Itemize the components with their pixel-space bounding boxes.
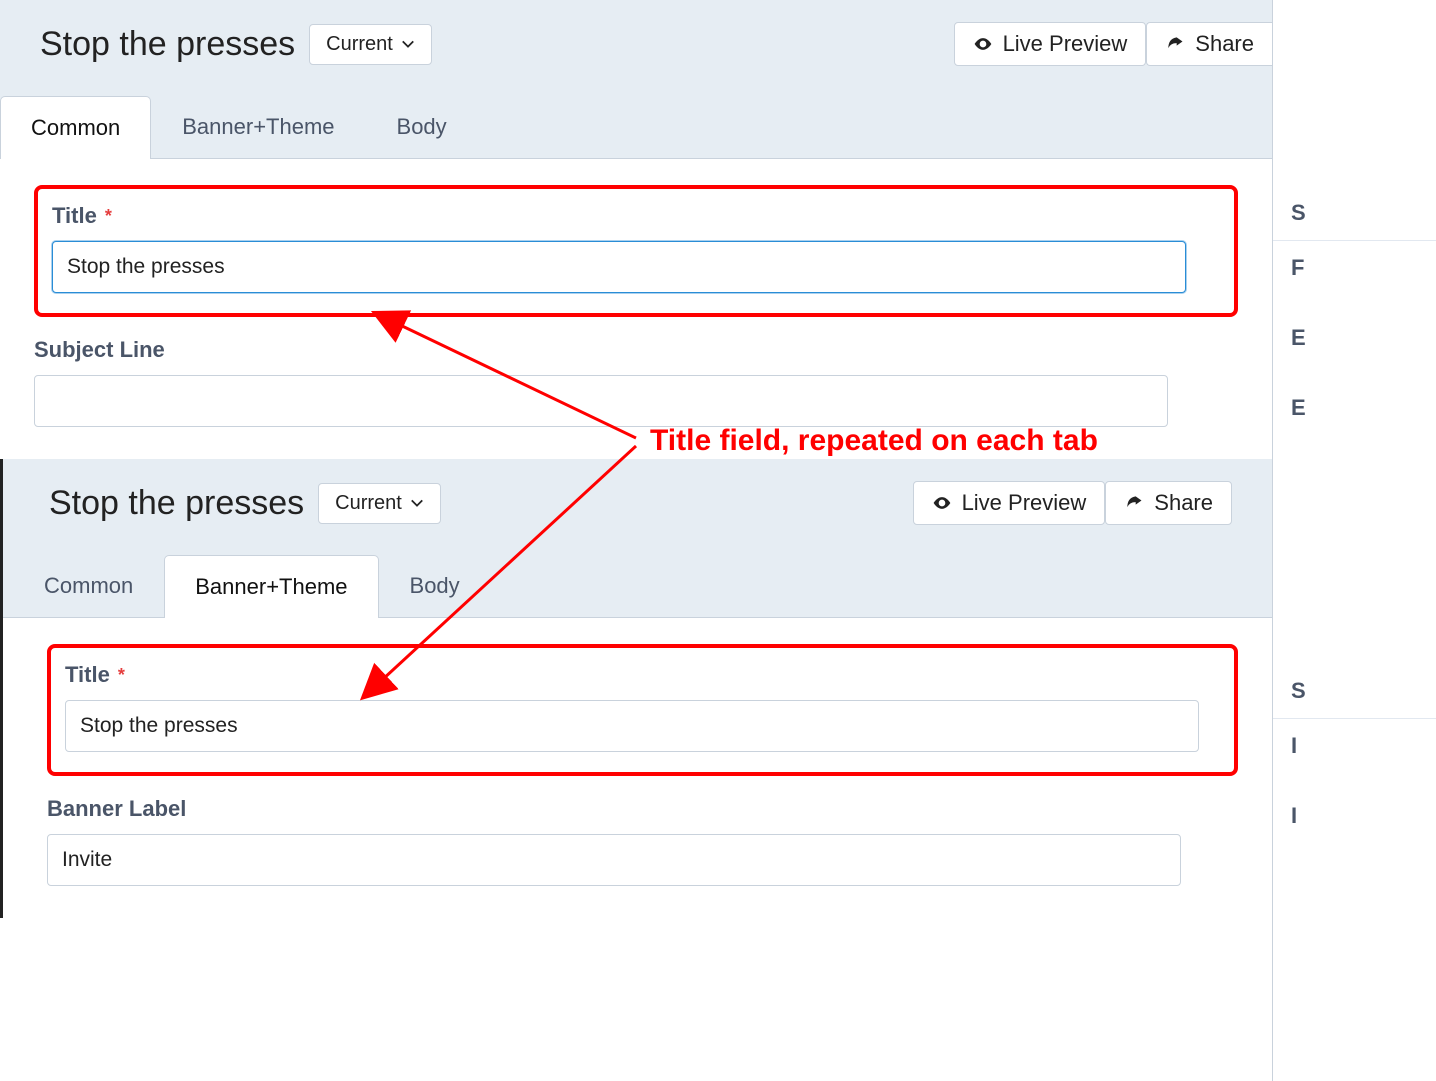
header-row: Stop the presses Current Live Preview Sh… bbox=[3, 459, 1272, 547]
editor-panel-common: Stop the presses Current Live Preview Sh… bbox=[0, 0, 1272, 459]
banner-label-label: Banner Label bbox=[47, 796, 1238, 822]
eye-icon bbox=[973, 34, 993, 54]
share-button[interactable]: Share bbox=[1146, 22, 1272, 66]
sidebar-item[interactable]: E bbox=[1273, 381, 1436, 435]
chevron-down-icon bbox=[410, 496, 424, 510]
sidebar-item[interactable]: I bbox=[1273, 789, 1436, 843]
page-title: Stop the presses bbox=[40, 25, 295, 64]
tab-row: Common Banner+Theme Body bbox=[0, 88, 1272, 158]
form-area: Title * Banner Label bbox=[3, 617, 1272, 918]
title-input[interactable] bbox=[52, 241, 1186, 293]
share-button[interactable]: Share bbox=[1105, 481, 1232, 525]
title-field-block: Title * bbox=[65, 662, 1220, 752]
title-label: Title * bbox=[52, 203, 1220, 229]
version-dropdown[interactable]: Current bbox=[318, 483, 441, 524]
sidebar-sliver-top: S F E E bbox=[1272, 0, 1436, 478]
subject-line-input[interactable] bbox=[34, 375, 1168, 427]
tab-body[interactable]: Body bbox=[366, 95, 478, 158]
version-label: Current bbox=[335, 492, 402, 515]
required-asterisk: * bbox=[105, 206, 112, 227]
live-preview-button[interactable]: Live Preview bbox=[913, 481, 1106, 525]
sidebar-item[interactable]: E bbox=[1273, 311, 1436, 381]
subject-line-block: Subject Line bbox=[34, 337, 1238, 427]
live-preview-label: Live Preview bbox=[962, 490, 1087, 516]
tab-row: Common Banner+Theme Body bbox=[3, 547, 1272, 617]
sidebar-item[interactable]: S bbox=[1273, 186, 1436, 241]
banner-label-block: Banner Label bbox=[47, 796, 1238, 886]
header-row: Stop the presses Current Live Preview Sh… bbox=[0, 0, 1272, 88]
tab-common[interactable]: Common bbox=[13, 554, 164, 617]
banner-label-input[interactable] bbox=[47, 834, 1181, 886]
page-title: Stop the presses bbox=[49, 484, 304, 523]
title-label-text: Title bbox=[65, 662, 110, 688]
sidebar-item[interactable]: I bbox=[1273, 719, 1436, 789]
live-preview-label: Live Preview bbox=[1003, 31, 1128, 57]
sidebar-item[interactable]: F bbox=[1273, 241, 1436, 311]
subject-line-label: Subject Line bbox=[34, 337, 1238, 363]
editor-panel-banner-theme: Stop the presses Current Live Preview Sh… bbox=[0, 459, 1272, 918]
version-label: Current bbox=[326, 33, 393, 56]
tab-banner-theme[interactable]: Banner+Theme bbox=[164, 555, 378, 618]
annotation-highlight: Title * bbox=[47, 644, 1238, 776]
tab-body[interactable]: Body bbox=[379, 554, 491, 617]
tab-banner-theme[interactable]: Banner+Theme bbox=[151, 95, 365, 158]
required-asterisk: * bbox=[118, 665, 125, 686]
share-icon bbox=[1124, 493, 1144, 513]
version-dropdown[interactable]: Current bbox=[309, 24, 432, 65]
title-label-text: Title bbox=[52, 203, 97, 229]
form-area: Title * Subject Line bbox=[0, 158, 1272, 459]
annotation-highlight: Title * bbox=[34, 185, 1238, 317]
share-label: Share bbox=[1154, 490, 1213, 516]
share-label: Share bbox=[1195, 31, 1254, 57]
chevron-down-icon bbox=[401, 37, 415, 51]
title-label: Title * bbox=[65, 662, 1220, 688]
tab-common[interactable]: Common bbox=[0, 96, 151, 159]
share-icon bbox=[1165, 34, 1185, 54]
sidebar-item[interactable]: S bbox=[1273, 664, 1436, 719]
live-preview-button[interactable]: Live Preview bbox=[954, 22, 1147, 66]
title-field-block: Title * bbox=[52, 203, 1220, 293]
title-input[interactable] bbox=[65, 700, 1199, 752]
sidebar-sliver-bottom: S I I bbox=[1272, 478, 1436, 1081]
eye-icon bbox=[932, 493, 952, 513]
